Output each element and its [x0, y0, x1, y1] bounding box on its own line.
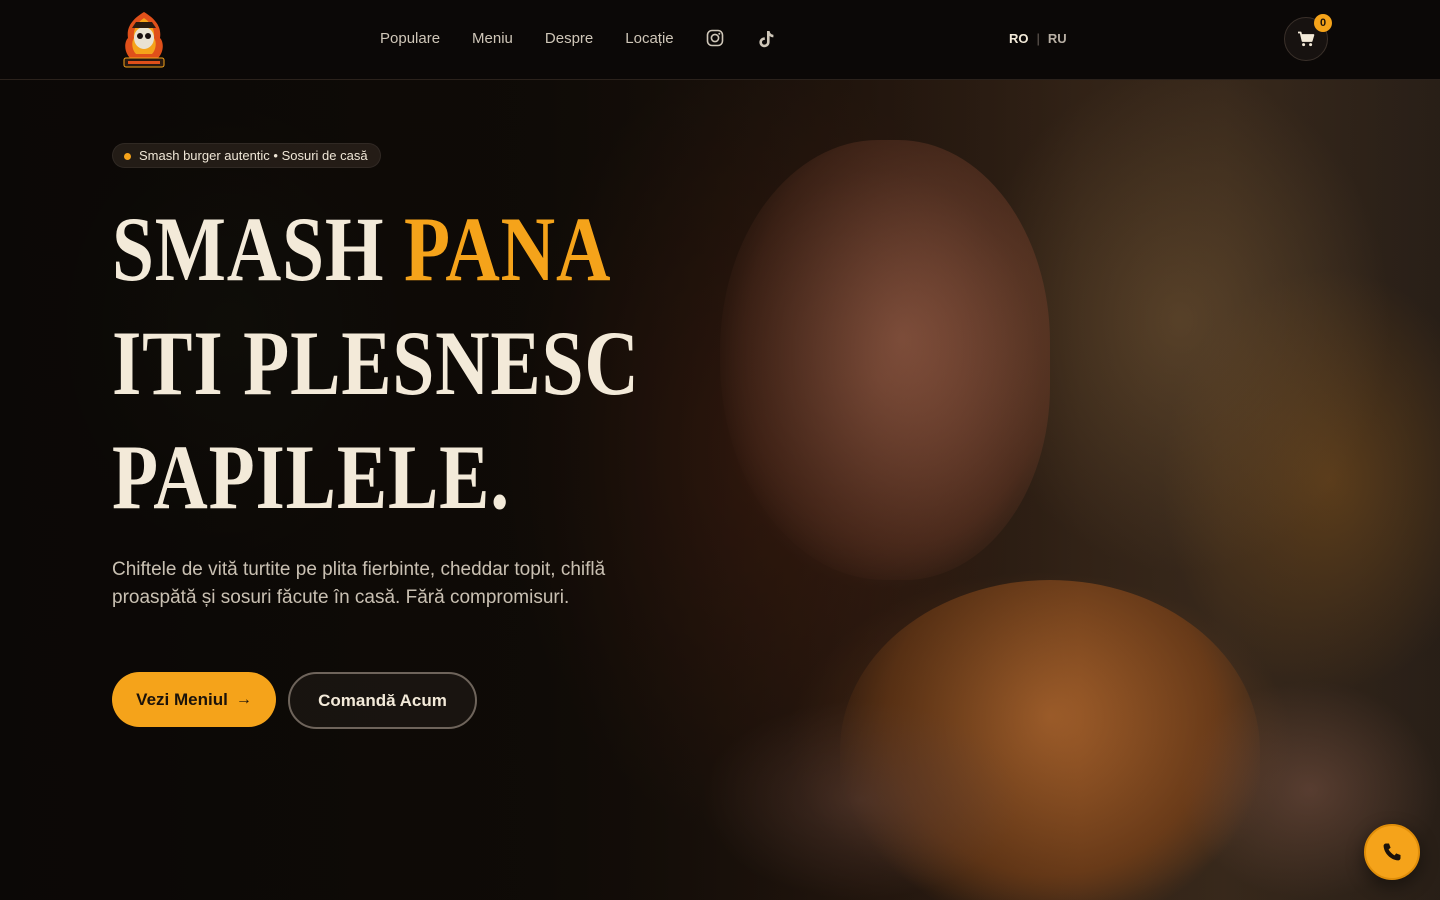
view-menu-label: Vezi Meniul [136, 689, 228, 709]
bandito-logo-icon [123, 12, 165, 68]
main-nav: Populare Meniu Despre Locație [380, 28, 806, 50]
cart-count-badge: 0 [1314, 14, 1332, 32]
headline-highlight: PANA [404, 198, 612, 300]
hero-tag: Smash burger autentic • Sosuri de casă [112, 143, 381, 168]
headline-word-smash: SMASH [112, 198, 405, 300]
instagram-icon[interactable] [706, 29, 726, 49]
nav-link-locatie[interactable]: Locație [625, 28, 673, 50]
order-now-button[interactable]: Comandă Acum [288, 672, 477, 729]
nav-link-populare[interactable]: Populare [380, 28, 440, 50]
cart-icon [1298, 31, 1315, 47]
headline-line-2: ITI PLESNESC [112, 312, 640, 414]
lang-ro[interactable]: RO [1009, 31, 1029, 46]
nav-link-despre[interactable]: Despre [545, 28, 593, 50]
tiktok-icon[interactable] [756, 29, 776, 49]
tag-dot-icon [124, 153, 131, 160]
hero-headline: SMASH PANA ITI PLESNESC PAPILELE. [112, 192, 712, 534]
call-button[interactable] [1364, 824, 1420, 880]
lang-ru[interactable]: RU [1048, 31, 1067, 46]
nav-link-meniu[interactable]: Meniu [472, 28, 513, 50]
headline-line-3: PAPILELE. [112, 426, 510, 528]
site-header: Populare Meniu Despre Locație RO | RU 0 [0, 0, 1440, 80]
hero-subtitle: Chiftele de vită turtite pe plita fierbi… [112, 559, 606, 608]
phone-icon [1383, 843, 1401, 861]
view-menu-button[interactable]: Vezi Meniul → [112, 672, 276, 727]
hero-tag-text: Smash burger autentic • Sosuri de casă [139, 148, 368, 163]
headline-line-1: SMASH PANA [112, 192, 610, 306]
arrow-right-icon: → [235, 690, 252, 708]
site-logo[interactable] [116, 8, 172, 72]
lang-separator: | [1036, 31, 1040, 46]
order-now-label: Comandă Acum [318, 690, 447, 710]
language-switcher: RO | RU [1009, 31, 1067, 46]
